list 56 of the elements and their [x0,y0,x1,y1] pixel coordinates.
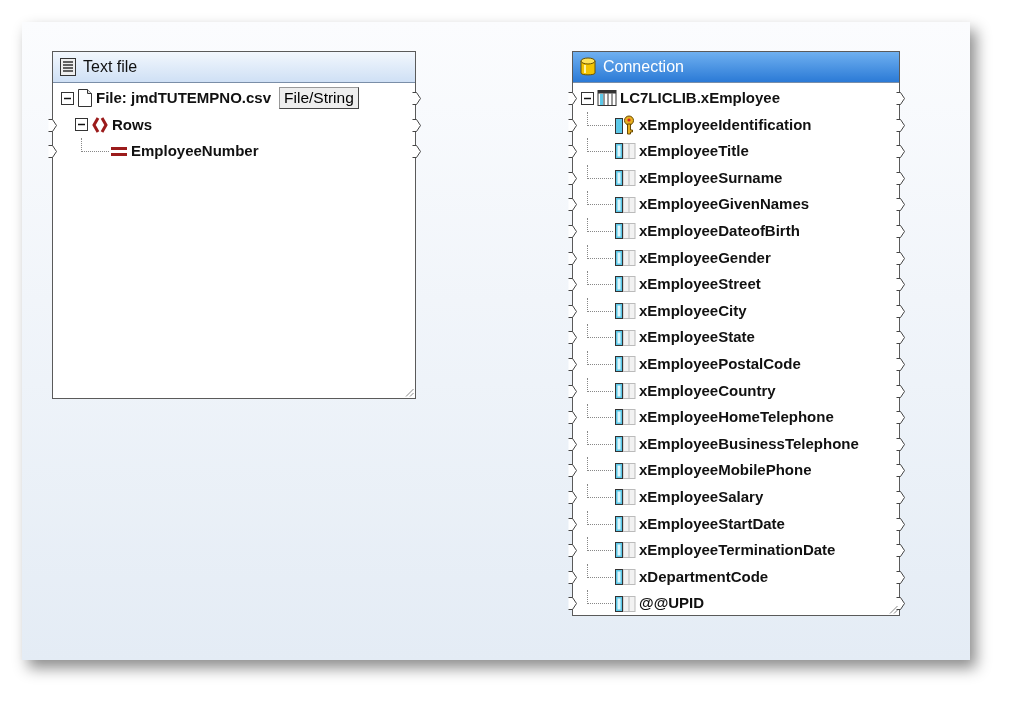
column-icon [614,355,636,374]
resize-grip-icon[interactable] [405,388,414,397]
node-label: xEmployeeSurname [639,167,783,188]
column-icon [614,328,636,347]
node-label: xEmployeePostalCode [639,354,801,374]
node-label: xEmployeeCountry [639,380,776,401]
collapse-icon[interactable] [61,91,74,105]
node-label: xEmployeeTitle [639,141,749,162]
text-file-icon [59,57,77,77]
node-label: xDepartmentCode [639,566,769,587]
column-icon [614,594,636,613]
column-icon [614,142,636,161]
resize-grip-icon[interactable] [889,605,898,614]
node-label: xEmployeeStartDate [639,513,785,534]
node-label: xEmployeeHomeTelephone [639,407,834,428]
component-title: Connection [603,57,684,77]
node-label: xEmployeeMobilePhone [639,460,812,481]
node-label: LC7LICLIB.xEmployee [620,88,781,109]
collapse-icon[interactable] [75,118,88,132]
database-icon [579,56,597,78]
node-label: xEmployeeSalary [639,486,764,507]
node-label: xEmployeeStreet [639,274,761,295]
column-icon [614,381,636,400]
node-label: xEmployeeIdentification [639,114,812,135]
column-icon [614,488,636,507]
node-label: xEmployeeDateofBirth [639,221,800,241]
column-icon [614,169,636,188]
column-icon [614,568,636,586]
node-label: xEmployeeGender [639,247,771,268]
table-icon [597,89,617,108]
column-icon [614,514,636,533]
column-icon [614,408,636,427]
node-label: xEmployeeGivenNames [639,194,810,215]
node-label: @@UPID [639,593,705,614]
component-title: Text file [83,57,138,77]
node-label: xEmployeeTerminationDate [639,540,836,561]
node-label: EmployeeNumber [131,141,259,162]
column-icon [614,195,636,214]
column-icon [614,541,636,560]
node-label: xEmployeeBusinessTelephone [639,433,859,454]
node-label: File: jmdTUTEMPNO.csv [96,88,272,109]
key-icon [614,114,636,135]
column-icon [614,275,636,294]
node-label: Rows [112,114,152,135]
node-label: xEmployeeCity [639,300,747,321]
file-string-button[interactable]: File/String [279,87,359,110]
collapse-icon[interactable] [581,91,594,105]
node-label: xEmployeeState [639,327,755,348]
column-icon [614,222,636,241]
column-icon [614,435,636,453]
document-icon [77,88,93,109]
braces-icon [91,115,109,134]
column-icon [614,302,636,321]
column-icon [614,248,636,267]
equals-icon [110,144,128,159]
column-icon [614,461,636,480]
